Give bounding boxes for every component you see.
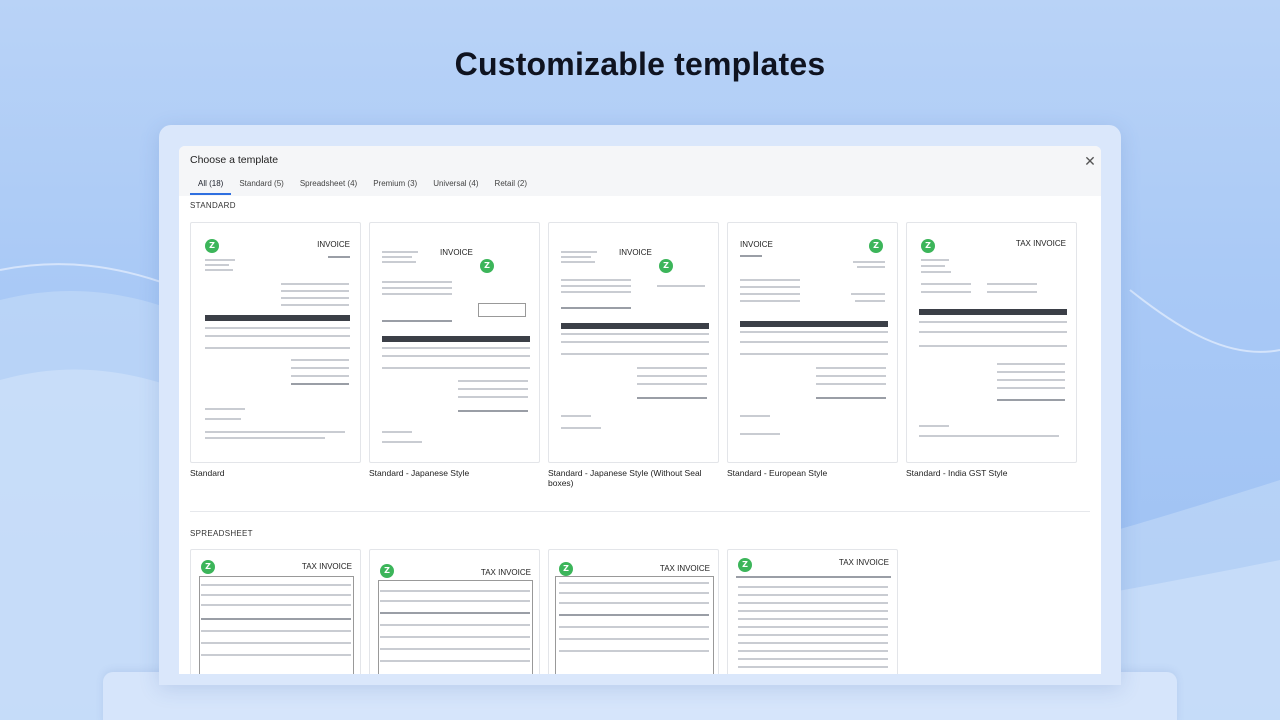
template-heading: TAX INVOICE bbox=[1015, 239, 1066, 248]
logo-icon: Z bbox=[380, 564, 394, 578]
template-label: Standard - Japanese Style (Without Seal … bbox=[548, 468, 702, 488]
tab-spreadsheet[interactable]: Spreadsheet (4) bbox=[292, 175, 365, 195]
logo-icon: Z bbox=[659, 259, 673, 273]
template-dialog: Choose a template ✕ All (18) Standard (5… bbox=[179, 146, 1101, 674]
template-heading: TAX INVOICE bbox=[838, 558, 889, 567]
logo-icon: Z bbox=[921, 239, 935, 253]
tab-universal[interactable]: Universal (4) bbox=[425, 175, 486, 195]
logo-icon: Z bbox=[201, 560, 215, 574]
logo-icon: Z bbox=[480, 259, 494, 273]
close-icon[interactable]: ✕ bbox=[1083, 154, 1097, 168]
template-card-spreadsheet-3[interactable]: Z TAX INVOICE bbox=[548, 549, 719, 674]
template-card-european[interactable]: INVOICE Z bbox=[727, 222, 898, 463]
template-label: Standard - European Style bbox=[727, 468, 828, 478]
logo-icon: Z bbox=[205, 239, 219, 253]
template-heading: INVOICE bbox=[317, 240, 350, 249]
template-heading: TAX INVOICE bbox=[659, 564, 710, 573]
tab-premium[interactable]: Premium (3) bbox=[365, 175, 425, 195]
template-heading: INVOICE bbox=[619, 248, 652, 257]
template-card-spreadsheet-4[interactable]: Z TAX INVOICE bbox=[727, 549, 898, 674]
template-tabs: All (18) Standard (5) Spreadsheet (4) Pr… bbox=[190, 175, 535, 195]
section-divider bbox=[190, 511, 1090, 512]
template-card-india-gst[interactable]: Z TAX INVOICE bbox=[906, 222, 1077, 463]
tab-standard[interactable]: Standard (5) bbox=[231, 175, 291, 195]
section-spreadsheet-label: SPREADSHEET bbox=[190, 529, 253, 538]
logo-icon: Z bbox=[869, 239, 883, 253]
page-headline: Customizable templates bbox=[454, 46, 826, 82]
tab-retail[interactable]: Retail (2) bbox=[487, 175, 535, 195]
template-card-standard[interactable]: Z INVOICE bbox=[190, 222, 361, 463]
logo-icon: Z bbox=[738, 558, 752, 572]
template-heading: TAX INVOICE bbox=[301, 562, 352, 571]
template-card-japanese[interactable]: INVOICE Z bbox=[369, 222, 540, 463]
dialog-title: Choose a template bbox=[190, 154, 279, 166]
dialog-header: Choose a template ✕ All (18) Standard (5… bbox=[179, 146, 1101, 196]
template-heading: TAX INVOICE bbox=[480, 568, 531, 577]
tab-all[interactable]: All (18) bbox=[190, 175, 232, 195]
logo-icon: Z bbox=[559, 562, 573, 576]
section-standard-label: STANDARD bbox=[190, 201, 236, 210]
template-card-spreadsheet-2[interactable]: Z TAX INVOICE bbox=[369, 549, 540, 674]
template-heading: INVOICE bbox=[740, 240, 773, 249]
template-label: Standard - India GST Style bbox=[906, 468, 1008, 478]
template-label: Standard - Japanese Style bbox=[369, 468, 470, 478]
template-card-japanese-no-seal[interactable]: INVOICE Z bbox=[548, 222, 719, 463]
template-card-spreadsheet-1[interactable]: Z TAX INVOICE bbox=[190, 549, 361, 674]
template-label: Standard bbox=[190, 468, 225, 478]
template-heading: INVOICE bbox=[440, 248, 473, 257]
